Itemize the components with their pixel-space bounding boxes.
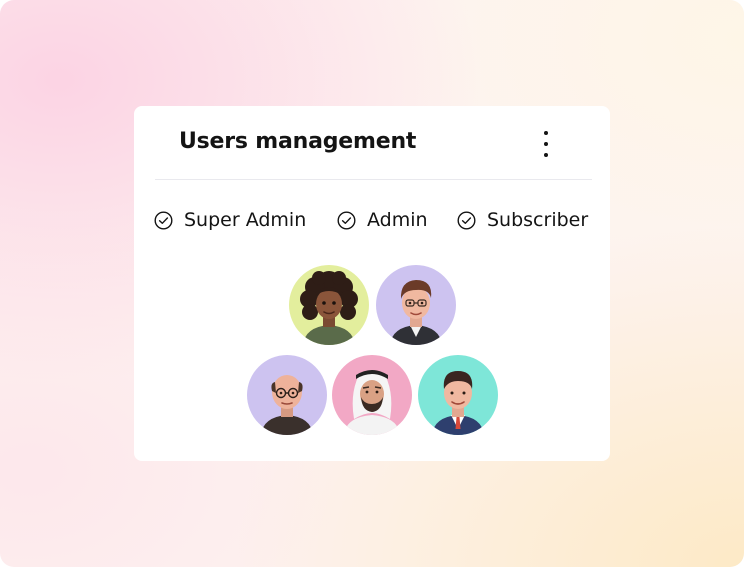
role-filter-list: Super Admin Admin Subscriber [134, 209, 610, 233]
check-circle-icon [337, 210, 356, 230]
role-option-super-admin[interactable]: Super Admin [154, 209, 306, 231]
check-circle-icon [154, 210, 173, 230]
users-management-card: Users management Super Admin Admin Subsc… [134, 106, 610, 461]
role-option-subscriber[interactable]: Subscriber [457, 209, 588, 231]
more-options-button[interactable] [532, 128, 560, 160]
role-label: Subscriber [487, 209, 589, 231]
user-avatar[interactable] [247, 355, 327, 435]
role-option-admin[interactable]: Admin [337, 209, 428, 231]
check-circle-icon [457, 210, 476, 230]
role-label: Admin [367, 209, 428, 231]
user-avatar[interactable] [332, 355, 412, 435]
user-avatar[interactable] [289, 265, 369, 345]
card-title: Users management [179, 129, 417, 154]
role-label: Super Admin [184, 209, 307, 231]
user-avatar[interactable] [376, 265, 456, 345]
divider [155, 179, 592, 180]
user-avatar[interactable] [418, 355, 498, 435]
